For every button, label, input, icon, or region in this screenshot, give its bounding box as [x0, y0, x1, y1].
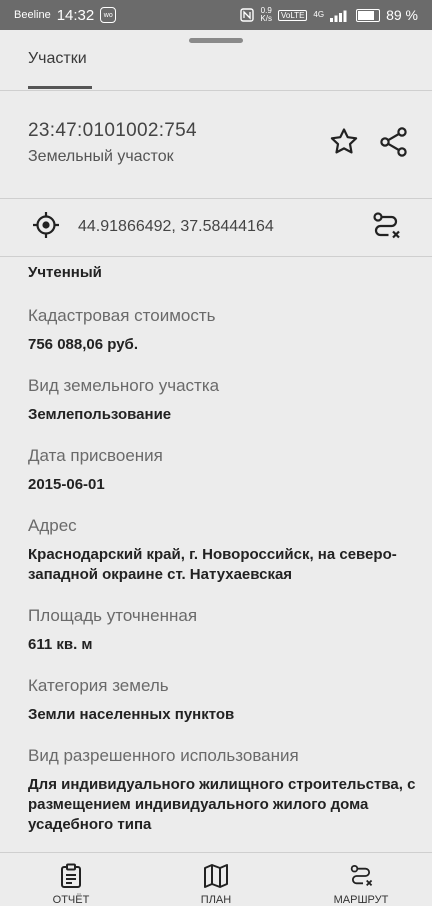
field-cadastral-value: Кадастровая стоимость 756 088,06 руб. [28, 306, 432, 355]
star-icon[interactable] [328, 126, 360, 158]
map-icon [204, 864, 228, 888]
cadastral-number: 23:47:0101002:754 [28, 120, 197, 141]
battery-percent: 89 % [386, 7, 418, 23]
route-icon [350, 864, 373, 886]
field-address: Адрес Краснодарский край, г. Новороссийс… [28, 516, 432, 585]
field-permitted-use: Вид разрешенного использования Для индив… [28, 746, 432, 835]
field-label: Дата присвоения [28, 446, 163, 465]
wo-badge-icon: wo [100, 7, 117, 23]
parcel-type: Земельный участок [28, 148, 174, 165]
field-label: Адрес [28, 516, 77, 535]
field-label: Площадь уточненная [28, 606, 198, 625]
field-label: Кадастровая стоимость [28, 306, 216, 325]
carrier-name: Beeline [14, 9, 51, 21]
nav-report-label: ОТЧЁТ [52, 894, 90, 906]
coordinates-value[interactable]: 44.91866492, 37.58444164 [78, 218, 274, 236]
field-label: Вид разрешенного использования [28, 746, 299, 765]
field-value: Земли населенных пунктов [28, 706, 235, 723]
field-value: 756 088,06 руб. [28, 336, 138, 353]
field-value: Краснодарский край, г. Новороссийск, на … [28, 546, 397, 583]
share-icon[interactable] [378, 126, 410, 158]
route-clear-icon[interactable] [370, 210, 402, 242]
field-label: Вид земельного участка [28, 376, 220, 395]
parcel-bottom-sheet: Участки 23:47:0101002:754 Земельный учас… [0, 30, 432, 906]
field-value: Для индивидуального жилищного строительс… [28, 776, 416, 833]
field-label: Категория земель [28, 676, 169, 695]
coordinates-row: 44.91866492, 37.58444164 [0, 198, 432, 257]
tab-parcels[interactable]: Участки [28, 50, 87, 68]
field-land-kind: Вид земельного участка Землепользование [28, 376, 432, 425]
tab-active-indicator [28, 86, 92, 89]
field-value: Землепользование [28, 406, 172, 423]
status-bar: Beeline 14:32 wo 0.9 K/s VoLTE 4G 89 % [0, 0, 432, 30]
field-assigned-date: Дата присвоения 2015-06-01 [28, 446, 432, 495]
crosshair-icon[interactable] [32, 211, 60, 239]
nav-route-label: МАРШРУТ [333, 894, 389, 906]
field-land-category: Категория земель Земли населенных пункто… [28, 676, 432, 725]
nav-route-button[interactable]: МАРШРУТ [316, 853, 406, 906]
battery-icon [356, 8, 381, 22]
signal-icon [330, 10, 347, 22]
parcel-details: Учтенный Кадастровая стоимость 756 088,0… [28, 262, 428, 833]
parcel-header: 23:47:0101002:754 Земельный участок [0, 90, 432, 199]
status-time: 14:32 [56, 6, 95, 24]
nav-report-button[interactable]: ОТЧЁТ [26, 853, 116, 906]
field-area: Площадь уточненная 611 кв. м [28, 606, 432, 655]
field-value: 2015-06-01 [28, 476, 105, 493]
bottom-nav: ОТЧЁТ ПЛАН МАРШРУТ [0, 852, 432, 906]
tab-strip: Участки [0, 30, 432, 91]
volte-badge: VoLTE [277, 9, 308, 21]
nav-plan-label: ПЛАН [200, 894, 232, 906]
field-value: 611 кв. м [28, 636, 93, 653]
network-type: 4G [313, 10, 325, 19]
registration-status: Учтенный [28, 264, 102, 281]
network-speed: 0.9 K/s [260, 6, 272, 23]
nfc-icon [240, 8, 255, 22]
clipboard-icon [61, 863, 81, 888]
battery-fill [358, 10, 375, 20]
nav-plan-button[interactable]: ПЛАН [171, 853, 261, 906]
